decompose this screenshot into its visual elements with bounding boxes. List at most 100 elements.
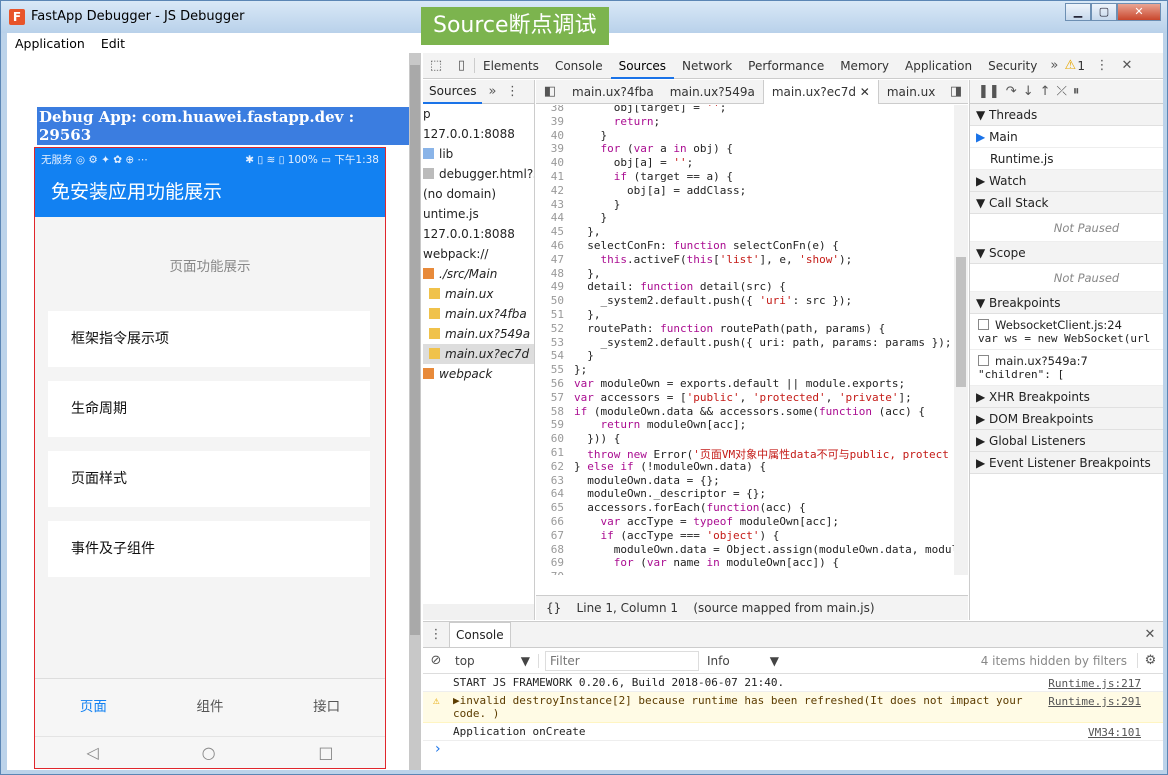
editor-vscrollbar[interactable]: [954, 105, 968, 575]
toggle-navigator-icon[interactable]: ◧: [536, 84, 564, 99]
line-number[interactable]: 69: [536, 556, 566, 569]
pane-scrollbar[interactable]: [409, 53, 421, 770]
menu-application[interactable]: Application: [7, 36, 93, 51]
line-number[interactable]: 47: [536, 253, 566, 266]
menu-kebab-icon[interactable]: ⋮: [1089, 58, 1115, 73]
navigator-hscrollbar[interactable]: [423, 604, 534, 620]
line-number[interactable]: 51: [536, 308, 566, 321]
tree-item[interactable]: webpack://: [423, 244, 534, 264]
line-number[interactable]: 65: [536, 501, 566, 514]
inspect-icon[interactable]: ⬚: [423, 58, 449, 73]
list-item-lifecycle[interactable]: 生命周期: [48, 381, 370, 437]
section-global-listeners[interactable]: ▶ Global Listeners: [970, 430, 1163, 452]
line-number[interactable]: 57: [536, 391, 566, 404]
tab-network[interactable]: Network: [674, 53, 740, 79]
minimize-button[interactable]: ▁: [1065, 3, 1091, 21]
tree-item[interactable]: main.ux?549a: [423, 324, 534, 344]
step-over-icon[interactable]: ↷: [1006, 84, 1017, 99]
section-call-stack[interactable]: ▼ Call Stack: [970, 192, 1163, 214]
section-breakpoints[interactable]: ▼ Breakpoints: [970, 292, 1163, 314]
more-tabs-icon[interactable]: »: [1045, 58, 1063, 73]
close-window-button[interactable]: ✕: [1117, 3, 1161, 21]
maximize-button[interactable]: ▢: [1091, 3, 1117, 21]
tree-item[interactable]: (no domain): [423, 184, 534, 204]
list-item-directives[interactable]: 框架指令展示项: [48, 311, 370, 367]
line-number[interactable]: 52: [536, 322, 566, 335]
console-prompt[interactable]: ›: [423, 741, 1163, 757]
log-level-select[interactable]: Info ▼: [699, 654, 779, 668]
tree-item[interactable]: main.ux: [423, 284, 534, 304]
line-number[interactable]: 48: [536, 267, 566, 280]
line-number[interactable]: 70: [536, 570, 566, 575]
message-source-link[interactable]: VM34:101: [1088, 726, 1141, 739]
context-select[interactable]: top ▼: [449, 653, 539, 668]
tab-interface[interactable]: 接口: [268, 679, 385, 736]
tree-item[interactable]: webpack: [423, 364, 534, 384]
list-item-events[interactable]: 事件及子组件: [48, 521, 370, 577]
line-number[interactable]: 60: [536, 432, 566, 445]
line-number[interactable]: 50: [536, 294, 566, 307]
device-toggle-icon[interactable]: ▯: [449, 58, 475, 73]
tree-item[interactable]: debugger.html?ses: [423, 164, 534, 184]
line-number[interactable]: 54: [536, 349, 566, 362]
tab-page[interactable]: 页面: [35, 679, 152, 736]
tree-item[interactable]: main.ux?4fba: [423, 304, 534, 324]
line-number[interactable]: 39: [536, 115, 566, 128]
warning-count[interactable]: 1: [1077, 59, 1085, 73]
tree-item[interactable]: main.ux?ec7d: [423, 344, 534, 364]
step-into-icon[interactable]: ↓: [1023, 84, 1034, 99]
tab-security[interactable]: Security: [980, 53, 1045, 79]
line-number[interactable]: 63: [536, 474, 566, 487]
recents-icon[interactable]: □: [318, 743, 333, 762]
section-event-listener-breakpoints[interactable]: ▶ Event Listener Breakpoints: [970, 452, 1163, 474]
breakpoint-checkbox[interactable]: [978, 319, 989, 330]
tree-item[interactable]: p: [423, 104, 534, 124]
menu-edit[interactable]: Edit: [93, 36, 133, 51]
section-watch[interactable]: ▶ Watch: [970, 170, 1163, 192]
line-number[interactable]: 42: [536, 184, 566, 197]
section-xhr-breakpoints[interactable]: ▶ XHR Breakpoints: [970, 386, 1163, 408]
tab-elements[interactable]: Elements: [475, 53, 547, 79]
drawer-menu-icon[interactable]: ⋮: [423, 627, 449, 642]
line-number[interactable]: 49: [536, 280, 566, 293]
breakpoint-checkbox[interactable]: [978, 355, 989, 366]
tab-sources[interactable]: Sources: [610, 53, 675, 79]
tab-component[interactable]: 组件: [152, 679, 269, 736]
editor-tab[interactable]: main.ux?4fba: [564, 80, 662, 104]
thread-main[interactable]: ▶ Main: [970, 126, 1163, 148]
line-number[interactable]: 64: [536, 487, 566, 500]
section-scope[interactable]: ▼ Scope: [970, 242, 1163, 264]
message-source-link[interactable]: Runtime.js:217: [1048, 677, 1141, 690]
line-number[interactable]: 41: [536, 170, 566, 183]
line-number[interactable]: 66: [536, 515, 566, 528]
editor-tab[interactable]: main.ux?ec7d ✕: [762, 80, 879, 104]
toggle-debugger-icon[interactable]: ◨: [944, 84, 968, 99]
message-source-link[interactable]: Runtime.js:291: [1048, 695, 1141, 708]
line-number[interactable]: 68: [536, 543, 566, 556]
console-tab[interactable]: Console: [449, 622, 511, 647]
breakpoint-item[interactable]: WebsocketClient.js:24 var ws = new WebSo…: [970, 314, 1163, 350]
section-threads[interactable]: ▼ Threads: [970, 104, 1163, 126]
line-number[interactable]: 59: [536, 418, 566, 431]
editor-tab[interactable]: main.ux?549a: [662, 80, 763, 104]
editor-tab[interactable]: main.ux: [879, 80, 944, 104]
line-number[interactable]: 39: [536, 142, 566, 155]
line-number[interactable]: 55: [536, 363, 566, 376]
line-number[interactable]: 67: [536, 529, 566, 542]
home-icon[interactable]: ○: [202, 743, 216, 762]
section-dom-breakpoints[interactable]: ▶ DOM Breakpoints: [970, 408, 1163, 430]
tree-item[interactable]: ./src/Main: [423, 264, 534, 284]
console-filter-input[interactable]: [545, 650, 699, 671]
line-number[interactable]: 40: [536, 156, 566, 169]
line-number[interactable]: 46: [536, 239, 566, 252]
pause-icon[interactable]: ❚❚: [978, 84, 1000, 99]
tab-performance[interactable]: Performance: [740, 53, 832, 79]
tree-item[interactable]: 127.0.0.1:8088: [423, 224, 534, 244]
tab-application[interactable]: Application: [897, 53, 980, 79]
tree-item[interactable]: 127.0.0.1:8088: [423, 124, 534, 144]
more-panes-icon[interactable]: »: [482, 84, 502, 99]
line-number[interactable]: 38: [536, 105, 566, 114]
tab-console[interactable]: Console: [547, 53, 611, 79]
close-drawer-icon[interactable]: ✕: [1137, 627, 1163, 642]
close-devtools-icon[interactable]: ✕: [1115, 58, 1139, 73]
